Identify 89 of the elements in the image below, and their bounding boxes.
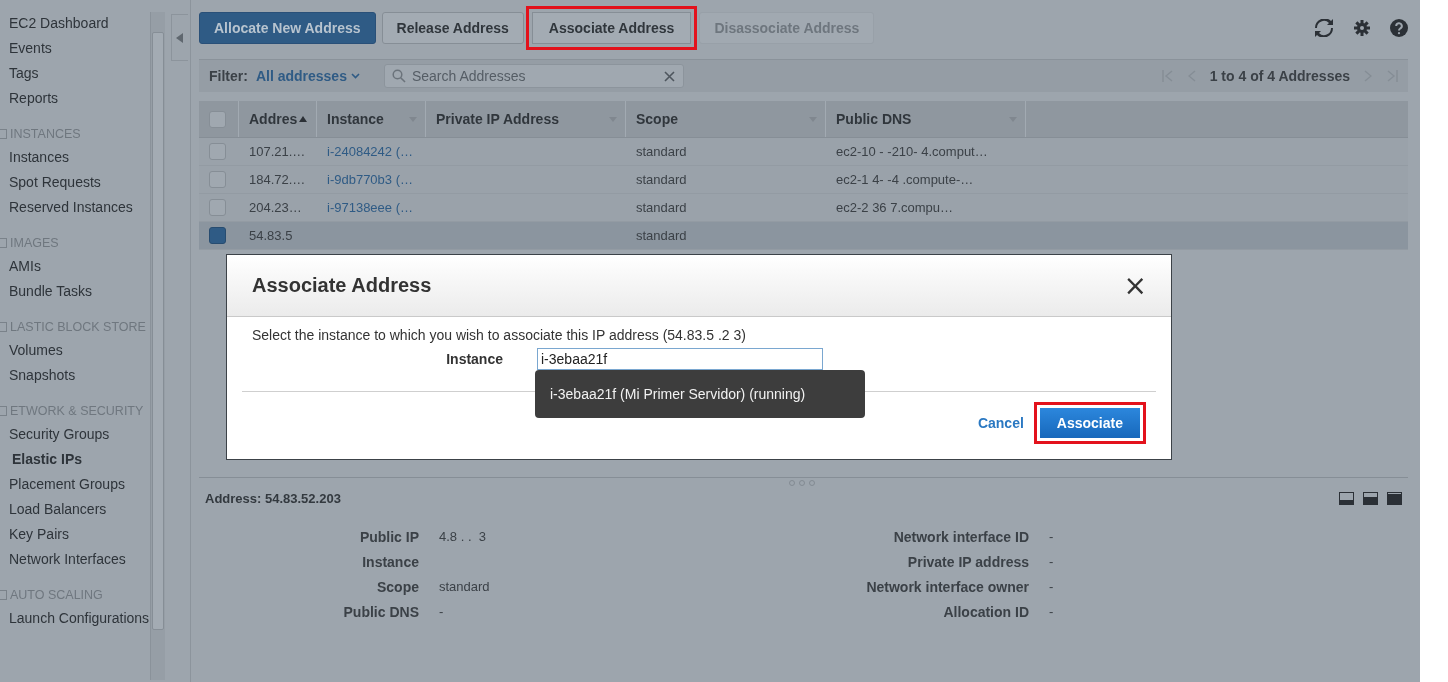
table-cell: standard bbox=[636, 144, 687, 159]
dialog-description: Select the instance to which you wish to associate this IP address (54.83.5 .2 3) bbox=[252, 327, 747, 343]
sidebar-item[interactable]: Launch Configurations bbox=[0, 606, 150, 631]
column-header[interactable]: Public DNS bbox=[826, 101, 1026, 137]
sidebar-item[interactable]: Events bbox=[0, 36, 150, 61]
field-label: Instance bbox=[361, 553, 419, 570]
clear-icon[interactable] bbox=[663, 71, 675, 82]
field-label: Public IP bbox=[358, 528, 419, 545]
table-cell: ec2-10 - -210- 4.comput… bbox=[836, 144, 988, 159]
refresh-icon[interactable] bbox=[1314, 19, 1334, 37]
toolbar-button[interactable]: Allocate New Address bbox=[199, 12, 376, 44]
field-label: Instance bbox=[445, 351, 504, 367]
row-checkbox[interactable] bbox=[209, 171, 226, 188]
sidebar-item[interactable]: Placement Groups bbox=[0, 472, 150, 497]
sidebar-item[interactable]: AMIs bbox=[0, 254, 150, 279]
cancel-link[interactable]: Cancel bbox=[977, 415, 1024, 431]
associate-button[interactable]: Associate bbox=[1033, 402, 1146, 444]
details-title: Address: 54.83.52.203 bbox=[205, 491, 341, 506]
row-checkbox[interactable] bbox=[209, 199, 226, 216]
sidebar-item[interactable]: Bundle Tasks bbox=[0, 279, 150, 304]
field-label: Public DNS bbox=[342, 603, 419, 620]
toolbar-button[interactable]: Release Address bbox=[381, 12, 524, 44]
field-value: standard bbox=[439, 579, 490, 594]
table-cell: standard bbox=[636, 172, 687, 187]
field-value: - bbox=[1049, 529, 1054, 544]
instance-field[interactable]: i-3ebaa21f bbox=[537, 348, 823, 370]
close-button[interactable]: × bbox=[1123, 271, 1147, 300]
chevron-down-icon[interactable] bbox=[350, 73, 360, 79]
table-cell: standard bbox=[636, 200, 687, 215]
column-header[interactable]: Instance bbox=[317, 101, 426, 137]
table-cell[interactable]: i-9db770b3 (… bbox=[327, 172, 413, 187]
field-label: Allocation ID bbox=[942, 603, 1029, 620]
collapse-icon[interactable] bbox=[0, 321, 7, 332]
table-cell: 54.83.5 bbox=[249, 228, 293, 243]
toolbar-button[interactable]: Associate Address bbox=[525, 6, 698, 50]
field-value: - bbox=[439, 604, 444, 619]
sidebar-item[interactable]: Load Balancers bbox=[0, 497, 150, 522]
field-value: - bbox=[1049, 554, 1054, 569]
field-label: Network interface ID bbox=[892, 528, 1029, 545]
dialog-title: Associate Address bbox=[252, 274, 432, 297]
column-header[interactable]: Scope bbox=[626, 101, 826, 137]
sort-ascending-icon[interactable] bbox=[299, 116, 308, 122]
layout-icon[interactable] bbox=[1363, 492, 1378, 505]
row-checkbox[interactable] bbox=[209, 143, 226, 160]
sidebar-item[interactable]: Elastic IPs bbox=[0, 447, 150, 472]
sidebar-item[interactable]: Network Interfaces bbox=[0, 547, 150, 572]
layout-icon[interactable] bbox=[1387, 492, 1402, 505]
collapse-icon[interactable] bbox=[0, 237, 7, 248]
sidebar-item[interactable]: Volumes bbox=[0, 338, 150, 363]
table-cell: ec2-1 4- -4 .compute-… bbox=[836, 172, 974, 187]
field-value: 4.8 . . 3 bbox=[439, 529, 486, 544]
table-cell[interactable]: i-97138eee (… bbox=[327, 200, 413, 215]
left-arrow-icon[interactable] bbox=[176, 32, 184, 43]
table-cell: 107.21.… bbox=[249, 144, 306, 159]
sidebar-item[interactable]: Reserved Instances bbox=[0, 195, 150, 220]
help-icon[interactable] bbox=[1390, 19, 1408, 37]
select-all-checkbox[interactable] bbox=[209, 110, 226, 128]
table-cell: 204.23… bbox=[249, 200, 302, 215]
table-cell: ec2-2 36 7.compu… bbox=[836, 200, 954, 215]
field-label: Network interface owner bbox=[865, 578, 1029, 595]
collapse-icon[interactable] bbox=[0, 589, 7, 600]
sidebar-item[interactable]: Reports bbox=[0, 86, 150, 111]
collapse-icon[interactable] bbox=[0, 128, 7, 139]
sidebar-item[interactable]: Security Groups bbox=[0, 422, 150, 447]
table-cell[interactable]: i-24084242 (… bbox=[327, 144, 413, 159]
sidebar-item[interactable]: Spot Requests bbox=[0, 170, 150, 195]
table-cell: standard bbox=[636, 228, 687, 243]
field-label: Private IP address bbox=[906, 553, 1029, 570]
settings-icon[interactable] bbox=[1354, 20, 1370, 36]
sidebar-item[interactable]: Tags bbox=[0, 61, 150, 86]
row-checkbox[interactable] bbox=[209, 227, 226, 244]
field-value: - bbox=[1049, 579, 1054, 594]
table-cell: 184.72.… bbox=[249, 172, 306, 187]
collapse-sidebar-button[interactable] bbox=[171, 14, 188, 61]
autocomplete-suggestion[interactable]: i-3ebaa21f (Mi Primer Servidor) (running) bbox=[535, 370, 865, 418]
search-field[interactable]: Search Addresses bbox=[383, 64, 684, 88]
sidebar-item[interactable]: Instances bbox=[0, 145, 150, 170]
sidebar-item[interactable]: Snapshots bbox=[0, 363, 150, 388]
scrollbar[interactable] bbox=[150, 12, 165, 680]
field-value: - bbox=[1049, 604, 1054, 619]
collapse-icon[interactable] bbox=[0, 405, 7, 416]
column-header[interactable]: Addres bbox=[239, 101, 317, 137]
filter-label: Filter: bbox=[209, 68, 248, 84]
column-header[interactable]: Private IP Address bbox=[426, 101, 626, 137]
pagination-text: 1 to 4 of 4 Addresses bbox=[1209, 68, 1350, 84]
sidebar-item[interactable]: Key Pairs bbox=[0, 522, 150, 547]
field-label: Scope bbox=[376, 578, 419, 595]
layout-icon[interactable] bbox=[1339, 492, 1354, 505]
sidebar-item[interactable]: EC2 Dashboard bbox=[0, 11, 150, 36]
